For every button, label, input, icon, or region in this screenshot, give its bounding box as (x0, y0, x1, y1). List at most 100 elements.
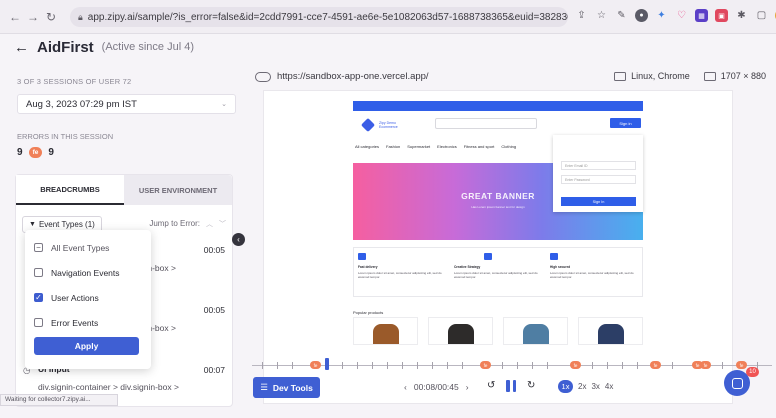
player-controls: ☰ Dev Tools ‹ 00:08/00:45 › ↺ ↻ 1x 2x 3x… (244, 374, 776, 404)
timeline-error-marker[interactable]: fe (570, 361, 581, 369)
timeline-error-marker[interactable]: fe (480, 361, 491, 369)
event-types-dropdown: − All Event Types Navigation Events ✓ Us… (25, 230, 151, 369)
chat-unread-count: 10 (746, 367, 759, 377)
site-search (435, 118, 537, 129)
browser-toolbar: ← → ↻ 🔒︎ app.zipy.ai/sample/?is_error=fa… (0, 0, 776, 34)
share-icon[interactable]: ⇪ (575, 9, 588, 22)
extension-icon[interactable]: ♡ (675, 9, 688, 22)
timeline-tick (622, 362, 623, 369)
zipy-logo-icon (360, 117, 376, 133)
tab-user-environment[interactable]: USER ENVIRONMENT (124, 175, 232, 205)
pause-button[interactable] (506, 380, 516, 392)
checkbox[interactable] (34, 318, 43, 327)
shoe-image (447, 324, 474, 344)
timeline-error-marker[interactable]: fe (310, 361, 321, 369)
indeterminate-checkbox[interactable]: − (34, 243, 43, 252)
monitor-icon (614, 71, 627, 81)
timeline-playhead[interactable] (325, 358, 329, 370)
feature-title: High secured (550, 265, 571, 269)
speed-3x[interactable]: 3x (591, 382, 599, 391)
sidebar-icon[interactable]: ▢ (755, 9, 768, 22)
environment-info: Linux, Chrome 1707 × 880 (614, 71, 766, 81)
time-position: 00:08/00:45 (413, 382, 459, 392)
replay-timeline[interactable]: fe fe fe fe fe fe fe (252, 358, 772, 374)
prev-icon[interactable]: ‹ (404, 382, 407, 392)
extension-icon[interactable]: ✦ (655, 9, 668, 22)
extension-icon[interactable]: ● (635, 9, 648, 22)
address-bar[interactable]: 🔒︎ app.zipy.ai/sample/?is_error=false&id… (70, 7, 568, 27)
session-date: Aug 3, 2023 07:29 pm IST (26, 98, 137, 110)
product-card (578, 317, 643, 345)
speed-2x[interactable]: 2x (578, 382, 586, 391)
checkbox-checked[interactable]: ✓ (34, 293, 43, 302)
event-types-label: Event Types (1) (38, 219, 95, 229)
timeline-error-marker[interactable]: fe (736, 361, 747, 369)
popular-products-label: Popular products (353, 310, 384, 315)
timeline-error-marker[interactable]: fe (700, 361, 711, 369)
product-card (353, 317, 418, 345)
jacket-image (372, 324, 399, 344)
replay-url-row: https://sandbox-app-one.vercel.app/ (255, 71, 429, 82)
reload-icon[interactable]: ↻ (42, 10, 60, 24)
session-replay-viewport[interactable]: Zipy Demo Ecommerce Sign in All categori… (263, 90, 733, 404)
link-icon (255, 71, 271, 82)
site-brand: Zipy Demo Ecommerce (379, 121, 398, 129)
timeline-tick (517, 362, 518, 369)
os-browser: Linux, Chrome (614, 71, 690, 81)
errors-label: ERRORS IN THIS SESSION (17, 132, 114, 141)
checkbox[interactable] (34, 268, 43, 277)
timeline-tick (372, 362, 373, 369)
lock-icon (550, 253, 558, 260)
time-navigation: ‹ 00:08/00:45 › (404, 382, 469, 392)
chevron-up-icon[interactable]: ︿ (206, 219, 213, 229)
playback-speeds: 1x 2x 3x 4x (558, 380, 613, 393)
forward-icon[interactable]: ↻ (527, 380, 535, 391)
option-label: Navigation Events (51, 267, 120, 278)
breadcrumb-time: 00:05 (203, 245, 225, 255)
bookmark-star-icon[interactable]: ☆ (595, 9, 608, 22)
back-arrow-icon[interactable]: ← (14, 39, 29, 56)
timeline-error-marker[interactable]: fe (650, 361, 661, 369)
next-icon[interactable]: › (466, 382, 469, 392)
feature-item: Creative Strategy Lorem ipsum dolor sit … (450, 248, 546, 296)
puzzle-icon[interactable]: ✱ (735, 9, 748, 22)
feature-text: Lorem ipsum dolor sit amet, consectetur … (358, 271, 442, 279)
jeans-image (597, 324, 624, 344)
site-features: Fast delivery Lorem ipsum dolor sit amet… (353, 247, 643, 297)
apply-button[interactable]: Apply (34, 337, 139, 355)
timeline-tick (447, 362, 448, 369)
extension-icon[interactable]: ✎ (615, 9, 628, 22)
timeline-tick (637, 362, 638, 369)
timeline-tick (417, 362, 418, 369)
speed-1x[interactable]: 1x (558, 380, 573, 393)
dev-tools-button[interactable]: ☰ Dev Tools (253, 377, 320, 398)
speed-4x[interactable]: 4x (605, 382, 613, 391)
timeline-tick (292, 362, 293, 369)
site-login-button: Sign In (561, 197, 636, 206)
resolution: 1707 × 880 (703, 71, 766, 81)
feature-title: Creative Strategy (454, 265, 481, 269)
screen-icon (703, 71, 716, 81)
lock-icon: 🔒︎ (78, 11, 83, 22)
tab-bar: BREADCRUMBS USER ENVIRONMENT (16, 175, 232, 205)
tab-breadcrumbs[interactable]: BREADCRUMBS (16, 175, 124, 205)
chevron-down-icon: ⌄ (221, 101, 227, 108)
option-all-event-types[interactable]: − All Event Types (25, 235, 151, 260)
browser-status-bar: Waiting for collector7.zipy.ai... (0, 394, 118, 406)
option-error-events[interactable]: Error Events (25, 310, 151, 335)
timeline-tick (502, 362, 503, 369)
site-topbar (353, 101, 643, 111)
session-select[interactable]: Aug 3, 2023 07:29 pm IST ⌄ (17, 94, 236, 114)
extension-icon[interactable]: ▦ (695, 9, 708, 22)
filter-icon: ▼ (29, 220, 36, 228)
option-user-actions[interactable]: ✓ User Actions (25, 285, 151, 310)
forward-icon[interactable]: → (24, 10, 42, 24)
feature-text: Lorem ipsum dolor sit amet, consectetur … (454, 271, 538, 279)
rewind-icon[interactable]: ↺ (487, 380, 495, 391)
sessions-label: 3 OF 3 SESSIONS OF USER 72 (17, 77, 132, 86)
option-navigation-events[interactable]: Navigation Events (25, 260, 151, 285)
back-icon[interactable]: ← (6, 10, 24, 24)
extension-icon[interactable]: ▣ (715, 9, 728, 22)
product-card (503, 317, 568, 345)
chevron-down-icon[interactable]: ﹀ (219, 219, 226, 229)
